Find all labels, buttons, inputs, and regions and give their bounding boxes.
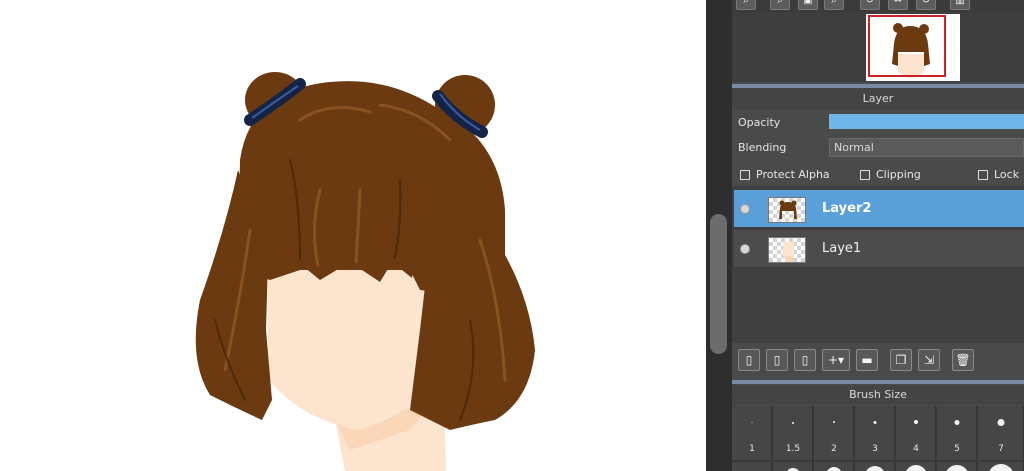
rotate-right-icon[interactable]: ↻ bbox=[916, 0, 936, 10]
layer-row-laye1[interactable]: Laye1 bbox=[734, 230, 1024, 268]
layer-toolbar: ▯ ▯ ▯ +▾ ▬ ❐ ⇲ 🗑 bbox=[732, 343, 1024, 378]
brush-dot-icon bbox=[751, 422, 752, 423]
brush-dot-icon bbox=[832, 421, 835, 423]
brush-size-cell[interactable] bbox=[773, 462, 813, 471]
brush-dot-icon bbox=[904, 465, 927, 471]
layer-name: Layer2 bbox=[822, 201, 872, 216]
layer-list: Layer2 Laye1 bbox=[732, 186, 1024, 343]
delete-icon[interactable]: 🗑 bbox=[952, 349, 974, 371]
brush-size-cell[interactable]: 7 bbox=[978, 406, 1024, 460]
brush-size-cell[interactable] bbox=[978, 462, 1024, 471]
canvas-vertical-scrollbar[interactable] bbox=[706, 0, 732, 471]
brush-dot-icon bbox=[997, 419, 1004, 426]
brush-size-cell[interactable] bbox=[855, 462, 895, 471]
face-shape bbox=[268, 248, 430, 430]
blending-label: Blending bbox=[738, 141, 787, 154]
brush-size-label: 1 bbox=[749, 444, 755, 454]
right-side-panel: ⌕ ⌕ ▣ ⌕ ↺ ⇔ ↻ ▥ Layer Opacity Blending N… bbox=[732, 0, 1024, 471]
brush-size-cell[interactable]: 1.5 bbox=[773, 406, 813, 460]
scrollbar-thumb[interactable] bbox=[710, 214, 727, 354]
brush-size-grid: 1 1.5 2 3 4 5 7 bbox=[732, 406, 1024, 471]
lock-checkbox[interactable]: Lock bbox=[978, 168, 1019, 181]
navigator-view-frame[interactable] bbox=[868, 15, 946, 77]
layer-name: Laye1 bbox=[822, 241, 862, 256]
new-layer-8bit-icon[interactable]: ▯ bbox=[766, 349, 788, 371]
brush-size-cell[interactable]: 5 bbox=[937, 406, 977, 460]
opacity-label: Opacity bbox=[738, 116, 781, 129]
brush-size-cell[interactable]: 2 bbox=[814, 406, 854, 460]
brush-dot-icon bbox=[954, 420, 959, 425]
brush-dot-icon bbox=[913, 420, 918, 424]
brush-size-label: 5 bbox=[954, 444, 960, 454]
drawing-canvas[interactable] bbox=[0, 0, 706, 471]
fit-icon[interactable]: ▣ bbox=[798, 0, 818, 10]
folder-icon[interactable]: ▬ bbox=[856, 349, 878, 371]
new-layer-1bit-icon[interactable]: ▯ bbox=[794, 349, 816, 371]
navigator-preview[interactable] bbox=[732, 12, 1024, 82]
layer-thumbnail bbox=[768, 197, 806, 223]
clipping-label: Clipping bbox=[876, 168, 921, 181]
opacity-slider-fill bbox=[829, 114, 1024, 129]
panel-divider bbox=[732, 380, 1024, 384]
brush-size-cell[interactable]: 4 bbox=[896, 406, 936, 460]
brush-size-label: 1.5 bbox=[785, 444, 801, 454]
brush-dot-icon bbox=[825, 467, 842, 471]
clipping-box[interactable] bbox=[860, 169, 870, 180]
protect-alpha-label: Protect Alpha bbox=[756, 168, 830, 181]
lock-label: Lock bbox=[994, 168, 1020, 181]
brush-dot-icon bbox=[987, 464, 1014, 471]
brush-size-cell[interactable] bbox=[896, 462, 936, 471]
brush-size-cell[interactable]: 1 bbox=[732, 406, 772, 460]
new-layer-icon[interactable]: ▯ bbox=[738, 349, 760, 371]
brush-dot-icon bbox=[944, 465, 969, 471]
layer-row-layer2[interactable]: Layer2 bbox=[734, 190, 1024, 228]
visibility-toggle-icon[interactable] bbox=[740, 244, 750, 254]
opacity-slider[interactable] bbox=[829, 114, 1024, 129]
brush-size-cell[interactable]: 3 bbox=[855, 406, 895, 460]
protect-alpha-box[interactable] bbox=[740, 169, 750, 180]
blending-mode-select[interactable]: Normal bbox=[829, 138, 1024, 157]
panel-icon[interactable]: ▥ bbox=[950, 0, 970, 10]
clipping-checkbox[interactable]: Clipping bbox=[860, 168, 921, 181]
navigator-toolbar: ⌕ ⌕ ▣ ⌕ ↺ ⇔ ↻ ▥ bbox=[732, 0, 1024, 12]
brush-dot-icon bbox=[873, 421, 876, 424]
brush-size-cell[interactable] bbox=[937, 462, 977, 471]
brush-dot-icon bbox=[864, 466, 885, 471]
brush-size-cell[interactable] bbox=[814, 462, 854, 471]
visibility-toggle-icon[interactable] bbox=[740, 204, 750, 214]
artwork-hair-illustration bbox=[195, 72, 535, 471]
zoom-in-icon[interactable]: ⌕ bbox=[736, 0, 756, 10]
duplicate-icon[interactable]: ❐ bbox=[890, 349, 912, 371]
brush-size-label: 4 bbox=[913, 444, 919, 454]
brush-size-title: Brush Size bbox=[732, 385, 1024, 405]
brush-size-label: 7 bbox=[998, 444, 1004, 454]
layer-panel-title: Layer bbox=[732, 88, 1024, 110]
merge-down-icon[interactable]: ⇲ bbox=[918, 349, 940, 371]
brush-size-label: 2 bbox=[831, 444, 837, 454]
brush-dot-icon bbox=[791, 422, 794, 424]
flip-icon[interactable]: ⇔ bbox=[888, 0, 908, 10]
brush-size-cell[interactable] bbox=[732, 462, 772, 471]
protect-alpha-checkbox[interactable]: Protect Alpha bbox=[740, 168, 830, 181]
rotate-left-icon[interactable]: ↺ bbox=[860, 0, 880, 10]
zoom-icon[interactable]: ⌕ bbox=[824, 0, 844, 10]
add-layer-menu-icon[interactable]: +▾ bbox=[822, 349, 850, 371]
layer-thumbnail bbox=[768, 237, 806, 263]
zoom-out-icon[interactable]: ⌕ bbox=[770, 0, 790, 10]
brush-size-label: 3 bbox=[872, 444, 878, 454]
lock-box[interactable] bbox=[978, 169, 988, 180]
